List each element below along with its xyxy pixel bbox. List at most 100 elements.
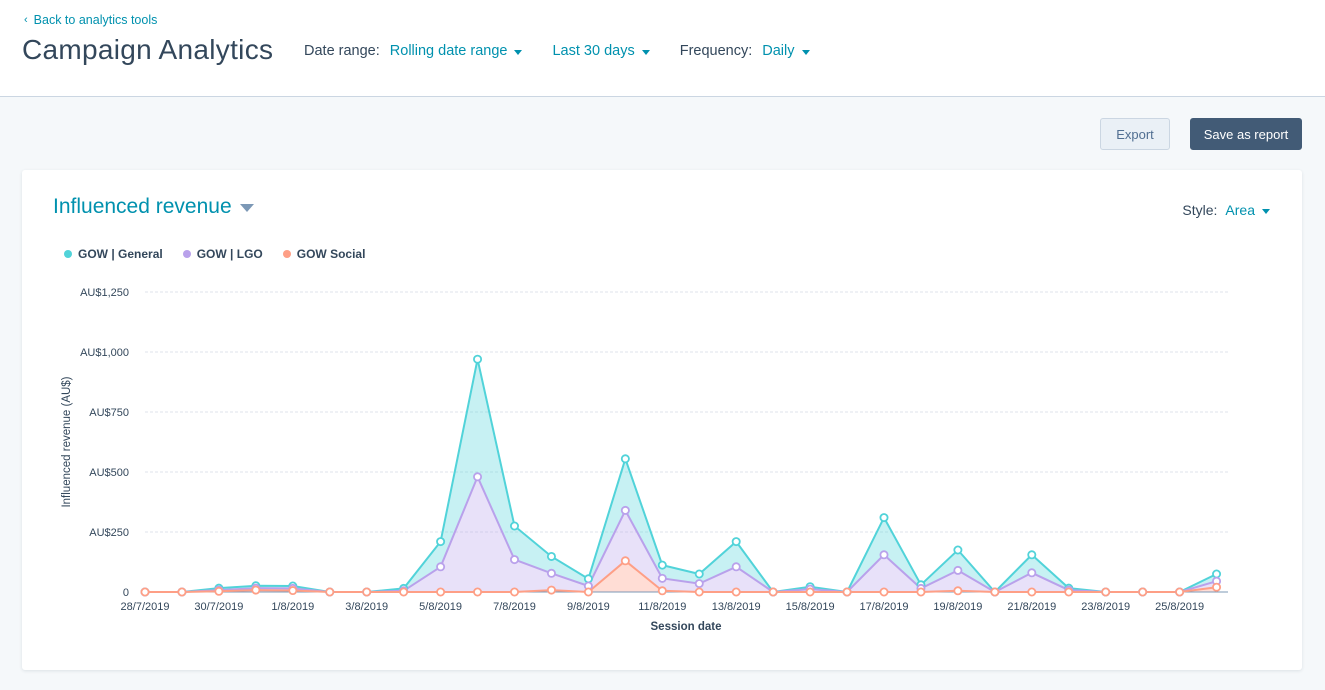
x-tick-label: 3/8/2019 xyxy=(345,601,388,613)
date-range-label: Date range: xyxy=(304,43,380,59)
point-gow-social xyxy=(768,587,778,597)
back-to-analytics-link[interactable]: ‹ Back to analytics tools xyxy=(24,13,157,27)
point-gow-lgo xyxy=(879,550,889,560)
point-gow-social xyxy=(1175,587,1185,597)
x-tick-label: 19/8/2019 xyxy=(933,601,982,613)
chevron-left-icon: ‹ xyxy=(24,14,28,26)
x-tick-label: 17/8/2019 xyxy=(860,601,909,613)
point-gow-social xyxy=(583,587,593,597)
x-tick-label: 7/8/2019 xyxy=(493,601,536,613)
save-as-report-button[interactable]: Save as report xyxy=(1190,118,1302,150)
line-gow-general xyxy=(145,358,1217,594)
y-tick-label: AU$1,000 xyxy=(80,347,129,359)
x-tick-label: 23/8/2019 xyxy=(1081,601,1130,613)
point-gow-general xyxy=(546,551,556,561)
point-gow-social xyxy=(546,585,556,595)
x-axis-title: Session date xyxy=(651,621,722,633)
y-axis-ticks: 0 AU$250 AU$500 AU$750 AU$1,000 AU$1,250 xyxy=(80,287,129,599)
point-gow-social xyxy=(879,587,889,597)
point-gow-general xyxy=(694,569,704,579)
point-gow-social xyxy=(362,587,372,597)
frequency-value: Daily xyxy=(762,43,795,59)
point-gow-lgo xyxy=(546,568,556,578)
x-tick-label: 1/8/2019 xyxy=(271,601,314,613)
point-gow-lgo xyxy=(620,505,630,515)
y-tick-label: AU$500 xyxy=(89,467,129,479)
point-gow-lgo xyxy=(731,562,741,572)
page-header: ‹ Back to analytics tools Campaign Analy… xyxy=(0,0,1325,97)
point-gow-social xyxy=(694,587,704,597)
point-gow-social xyxy=(1027,587,1037,597)
point-gow-social xyxy=(1212,582,1222,592)
y-axis-title: Influenced revenue (AU$) xyxy=(61,376,73,507)
point-gow-social xyxy=(509,587,519,597)
y-tick-label: AU$1,250 xyxy=(80,287,129,299)
point-gow-general xyxy=(620,454,630,464)
period-value: Last 30 days xyxy=(552,43,635,59)
x-tick-label: 15/8/2019 xyxy=(786,601,835,613)
point-gow-lgo xyxy=(436,562,446,572)
frequency-label: Frequency: xyxy=(679,43,753,59)
x-tick-label: 11/8/2019 xyxy=(638,601,686,613)
point-gow-social xyxy=(657,586,667,596)
export-button[interactable]: Export xyxy=(1100,118,1170,150)
point-gow-social xyxy=(916,587,926,597)
back-link-label: Back to analytics tools xyxy=(33,13,158,27)
y-tick-label: 0 xyxy=(123,587,129,599)
caret-down-icon xyxy=(801,49,810,55)
point-gow-general xyxy=(657,560,667,570)
point-gow-lgo xyxy=(509,555,519,565)
x-tick-label: 21/8/2019 xyxy=(1007,601,1056,613)
x-tick-label: 9/8/2019 xyxy=(567,601,610,613)
date-range-value: Rolling date range xyxy=(389,43,508,59)
series-lines xyxy=(145,358,1217,594)
point-gow-social xyxy=(177,587,187,597)
y-tick-label: AU$250 xyxy=(89,527,129,539)
point-gow-lgo xyxy=(1027,568,1037,578)
point-gow-social xyxy=(251,585,261,595)
filter-bar: Date range: Rolling date range Last 30 d… xyxy=(304,43,840,59)
point-gow-social xyxy=(953,586,963,596)
point-gow-social xyxy=(288,586,298,596)
x-tick-label: 30/7/2019 xyxy=(194,601,243,613)
point-gow-general xyxy=(509,521,519,531)
point-gow-social xyxy=(620,556,630,566)
caret-down-icon xyxy=(514,49,523,55)
point-gow-general xyxy=(436,537,446,547)
x-tick-label: 13/8/2019 xyxy=(712,601,761,613)
point-gow-social xyxy=(1101,587,1111,597)
point-gow-social xyxy=(436,587,446,597)
point-gow-general xyxy=(1212,569,1222,579)
area-gow-general xyxy=(145,359,1217,592)
x-tick-label: 5/8/2019 xyxy=(419,601,462,613)
point-gow-general xyxy=(473,354,483,364)
date-range-dropdown[interactable]: Rolling date range xyxy=(390,43,523,59)
area-chart: 0 AU$250 AU$500 AU$750 AU$1,000 AU$1,250 28/7… xyxy=(61,287,1228,633)
page-title: Campaign Analytics xyxy=(22,34,274,65)
frequency-dropdown[interactable]: Daily xyxy=(762,43,810,59)
grid-lines xyxy=(145,291,1228,533)
x-tick-label: 28/7/2019 xyxy=(121,601,170,613)
point-gow-social xyxy=(990,587,1000,597)
point-gow-social xyxy=(731,587,741,597)
chart-card: Influenced revenue Style: Area GOW | Gen… xyxy=(22,170,1302,670)
period-dropdown[interactable]: Last 30 days xyxy=(552,43,650,59)
point-gow-social xyxy=(1064,587,1074,597)
point-gow-social xyxy=(842,587,852,597)
y-tick-label: AU$750 xyxy=(89,407,129,419)
point-gow-social xyxy=(473,587,483,597)
point-gow-social xyxy=(399,587,409,597)
point-gow-social xyxy=(1138,587,1148,597)
point-gow-general xyxy=(1027,550,1037,560)
x-axis-ticks: 28/7/2019 30/7/2019 1/8/2019 3/8/2019 5/8/20… xyxy=(121,601,1205,613)
point-gow-social xyxy=(325,587,335,597)
point-gow-lgo xyxy=(657,573,667,583)
caret-down-icon xyxy=(641,49,650,55)
series-areas xyxy=(145,359,1217,592)
series-points xyxy=(140,354,1222,597)
point-gow-social xyxy=(805,587,815,597)
point-gow-social xyxy=(140,587,150,597)
point-gow-general xyxy=(879,513,889,523)
point-gow-lgo xyxy=(473,472,483,482)
point-gow-lgo xyxy=(694,579,704,589)
